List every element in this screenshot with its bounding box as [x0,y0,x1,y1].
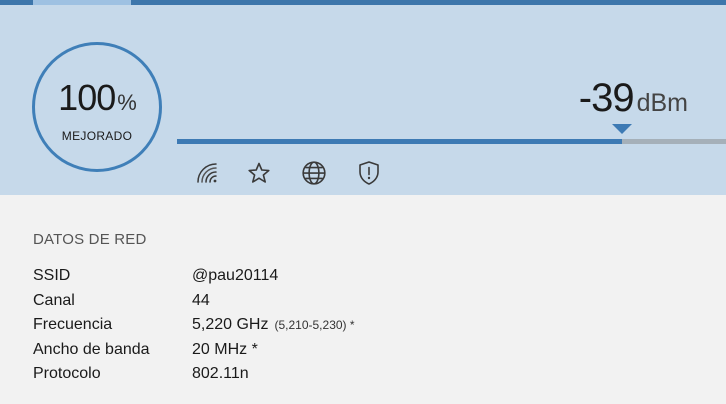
detail-value-text: 20 MHz * [192,340,258,358]
star-icon[interactable] [245,159,273,187]
detail-value: @pau20114 [192,267,278,285]
signal-strength-fill [177,139,622,144]
detail-value: 802.11n [192,365,249,383]
wifi-signal-icon[interactable] [193,159,221,187]
signal-marker-icon [611,124,632,134]
detail-value: 5,220 GHz (5,210-5,230) * [192,316,355,334]
signal-unit: dBm [636,89,688,117]
globe-icon[interactable] [300,159,328,187]
frequency-range: (5,210-5,230) * [274,318,355,332]
network-data-title: DATOS DE RED [33,231,147,248]
quality-number: 100 [58,77,116,118]
detail-value-text: @pau20114 [192,267,279,284]
detail-label: Canal [33,291,75,309]
shield-icon[interactable] [355,159,383,187]
quality-value: 100% [35,77,159,119]
detail-value-text: 802.11n [192,365,249,382]
detail-value: 20 MHz * [192,341,258,359]
signal-readout: -39 dBm [579,76,688,121]
detail-value: 44 [192,292,210,310]
quality-unit: % [117,90,137,115]
detail-label: SSID [33,267,71,284]
signal-strength-bar [177,124,726,144]
detail-value-text: 5,220 GHz [192,316,269,333]
detail-label: Ancho de banda [33,340,150,358]
detail-value-text: 44 [192,291,210,309]
detail-label: Protocolo [33,365,101,382]
quality-label: MEJORADO [61,129,133,143]
signal-header: 100% MEJORADO -39 dBm [0,5,726,195]
signal-value: -39 [578,76,635,120]
detail-label: Frecuencia [33,316,113,333]
quality-gauge: 100% MEJORADO [32,42,162,172]
